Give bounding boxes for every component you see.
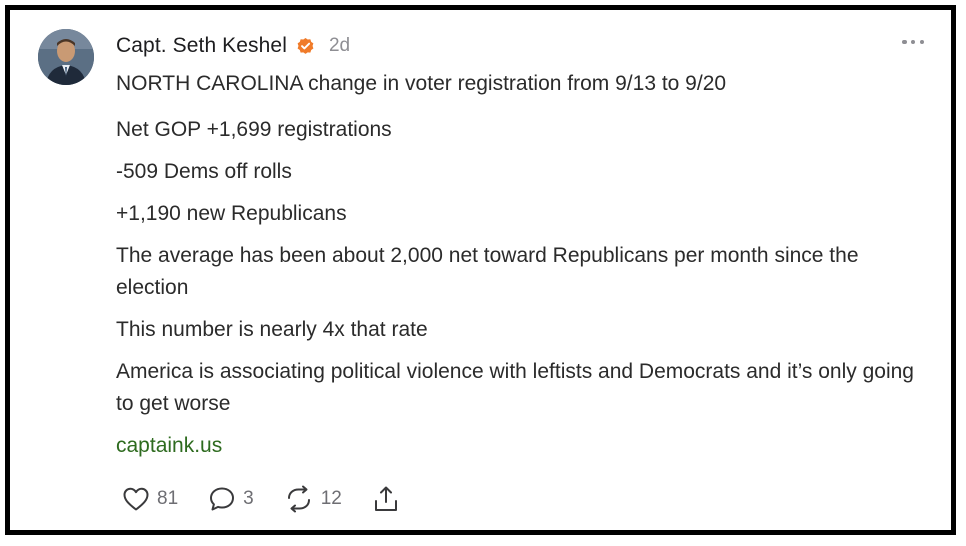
post-card: Capt. Seth Keshel 2d NORTH CAROLINA chan… [5,5,956,535]
post-link[interactable]: captaink.us [116,434,222,457]
author-name[interactable]: Capt. Seth Keshel [116,34,287,58]
post-paragraph: This number is nearly 4x that rate [116,318,428,341]
post-paragraph: +1,190 new Republicans [116,202,347,225]
more-options-icon[interactable] [902,37,924,47]
verified-badge-icon [296,37,315,56]
comment-button[interactable]: 3 [208,485,254,513]
like-button[interactable]: 81 [122,486,178,512]
post-paragraph: Net GOP +1,699 registrations [116,118,392,141]
comment-count: 3 [243,488,254,509]
post-body: NORTH CAROLINA change in voter registrat… [116,68,931,472]
avatar[interactable] [38,29,94,85]
comment-bubble-icon [210,487,235,511]
share-button[interactable] [372,485,400,513]
restack-button[interactable]: 12 [284,485,342,513]
restack-count: 12 [320,488,342,509]
post-paragraph: The average has been about 2,000 net tow… [116,244,859,299]
post-paragraph: NORTH CAROLINA change in voter registrat… [116,72,727,95]
like-count: 81 [157,488,179,509]
post-paragraph: -509 Dems off rolls [116,160,292,183]
post-paragraph: America is associating political violenc… [116,360,914,415]
action-bar: 81 3 12 [122,484,430,514]
restack-arrows-icon [287,485,310,513]
share-icon [374,486,397,511]
post-header: Capt. Seth Keshel 2d [116,32,350,60]
heart-icon [123,487,149,511]
post-timestamp: 2d [328,35,351,56]
